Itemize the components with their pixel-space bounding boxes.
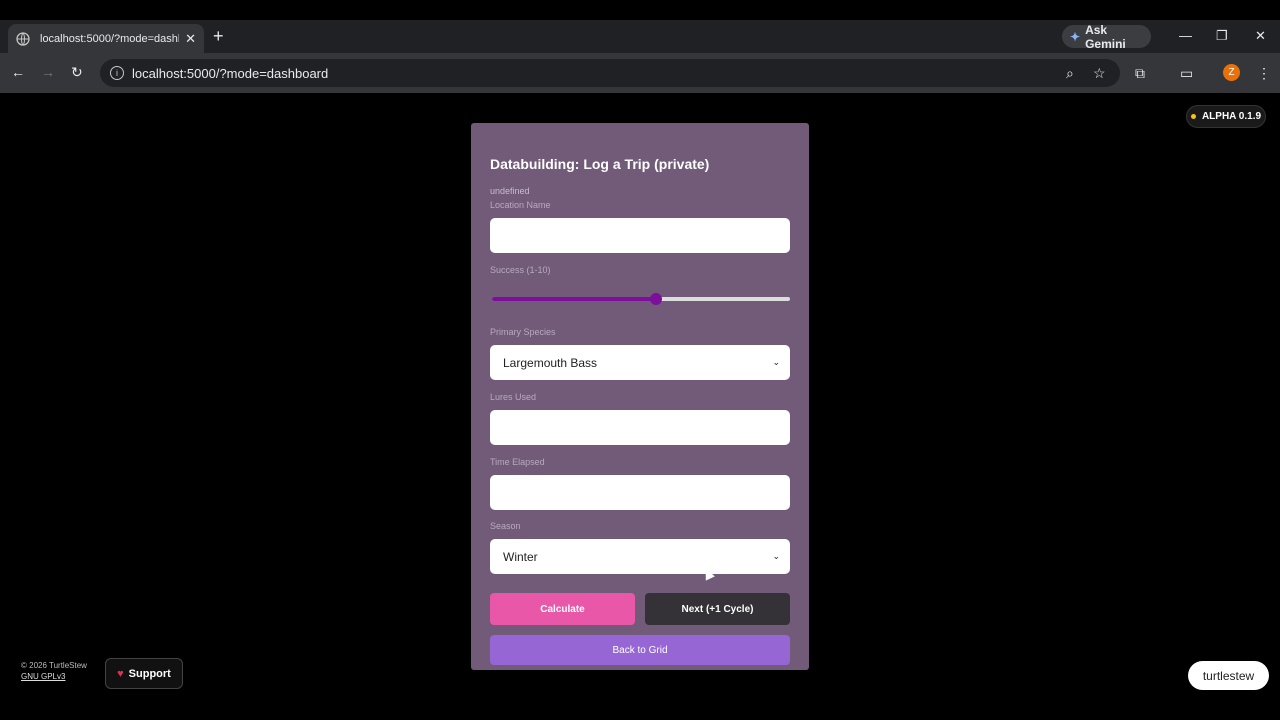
window-close-icon[interactable]: ✕: [1255, 28, 1266, 44]
heart-icon: ♥: [117, 667, 124, 680]
profile-avatar[interactable]: Z: [1223, 64, 1240, 81]
version-label: ALPHA 0.1.9: [1201, 111, 1262, 122]
forward-arrow-icon[interactable]: →: [41, 64, 55, 80]
location-input[interactable]: [490, 218, 790, 253]
bookmark-star-icon[interactable]: ☆: [1093, 65, 1106, 82]
url-text: localhost:5000/?mode=dashboard: [132, 65, 329, 81]
restore-icon[interactable]: ❐: [1216, 28, 1228, 44]
ask-gemini-button[interactable]: ✦ Ask Gemini: [1062, 22, 1151, 51]
next-cycle-button[interactable]: Next (+1 Cycle): [645, 593, 790, 625]
season-value: Winter: [503, 549, 538, 564]
address-bar[interactable]: i localhost:5000/?mode=dashboard: [100, 59, 1120, 87]
chevron-down-icon: ⌄: [772, 357, 780, 367]
success-label: Success (1-10): [490, 265, 551, 275]
ask-gemini-label: Ask Gemini: [1085, 22, 1126, 51]
reload-icon[interactable]: ↻: [71, 64, 83, 81]
log-trip-form: Databuilding: Log a Trip (private) undef…: [471, 123, 809, 670]
extensions-icon[interactable]: ⧉: [1135, 65, 1145, 82]
success-slider-fill: [492, 297, 656, 301]
location-label: Location Name: [490, 200, 551, 210]
calculate-button[interactable]: Calculate: [490, 593, 635, 625]
minimize-icon[interactable]: —: [1179, 28, 1192, 43]
support-button[interactable]: ♥ Support: [105, 658, 183, 689]
new-tab-icon[interactable]: +: [213, 27, 224, 45]
zoom-icon[interactable]: ⌕: [1066, 65, 1074, 82]
back-to-grid-button[interactable]: Back to Grid: [490, 635, 790, 665]
back-arrow-icon[interactable]: ←: [11, 64, 25, 80]
season-label: Season: [490, 521, 521, 531]
copyright-text: © 2026 TurtleStew: [21, 661, 87, 670]
lures-input[interactable]: [490, 410, 790, 445]
undefined-text: undefined: [490, 186, 530, 196]
support-label: Support: [128, 667, 171, 680]
globe-icon: [16, 31, 30, 46]
footer-info: © 2026 TurtleStew GNU GPLv3: [21, 660, 87, 682]
gemini-sparkle-icon: ✦: [1070, 29, 1081, 44]
version-badge: ALPHA 0.1.9: [1186, 105, 1266, 128]
menu-kebab-icon[interactable]: ⋮: [1257, 65, 1271, 82]
lures-label: Lures Used: [490, 392, 537, 402]
species-select[interactable]: Largemouth Bass ⌄: [490, 345, 790, 380]
chevron-down-icon: ⌄: [772, 551, 780, 561]
site-info-icon[interactable]: i: [110, 66, 124, 80]
os-top-strip: [0, 0, 1280, 20]
species-value: Largemouth Bass: [503, 355, 598, 370]
brand-pill[interactable]: turtlestew: [1188, 661, 1269, 690]
species-label: Primary Species: [490, 327, 556, 337]
season-select[interactable]: Winter ⌄: [490, 539, 790, 574]
tab-close-icon[interactable]: ✕: [185, 31, 196, 47]
success-slider-thumb[interactable]: [649, 293, 662, 305]
time-input[interactable]: [490, 475, 790, 510]
time-label: Time Elapsed: [490, 457, 545, 467]
tab-title: localhost:5000/?mode=dashbo: [40, 32, 180, 45]
browser-tab[interactable]: localhost:5000/?mode=dashbo ✕: [8, 24, 204, 53]
side-panel-icon[interactable]: ▭: [1180, 65, 1193, 82]
status-dot-icon: [1190, 114, 1196, 119]
license-link[interactable]: GNU GPLv3: [21, 671, 87, 682]
form-title: Databuilding: Log a Trip (private): [490, 156, 710, 172]
success-slider[interactable]: [492, 293, 790, 305]
